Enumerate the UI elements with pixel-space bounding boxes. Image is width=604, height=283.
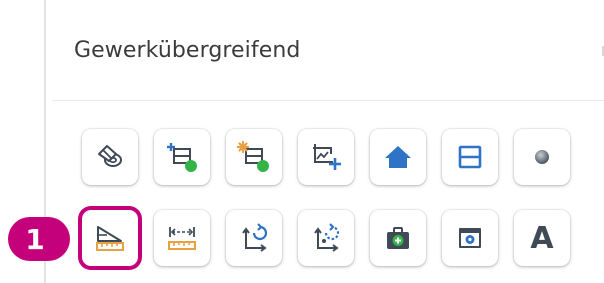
tool-button-ruler-measure[interactable] <box>82 210 138 266</box>
tool-panel: Gewerkübergreifend A <box>46 0 604 283</box>
add-element-green-icon <box>167 143 197 172</box>
medical-kit-icon <box>387 227 409 249</box>
tool-button-text[interactable]: A <box>514 210 570 266</box>
tool-button-home[interactable] <box>370 129 426 185</box>
eraser-tape-icon <box>98 145 122 167</box>
tool-button-circle-dot[interactable] <box>514 129 570 185</box>
tool-button-rotate-axis[interactable] <box>226 210 282 266</box>
ruler-measure-icon <box>96 226 124 251</box>
section-title: Gewerkübergreifend <box>74 38 301 63</box>
tool-button-add-element-green[interactable] <box>154 129 210 185</box>
dimension-width-icon <box>168 227 196 250</box>
tool-button-split-horizontal[interactable] <box>442 129 498 185</box>
tool-button-dimension-width[interactable] <box>154 210 210 266</box>
tool-button-add-element-orange[interactable] <box>226 129 282 185</box>
browser-gear-icon <box>459 228 481 248</box>
add-element-orange-icon <box>237 140 269 172</box>
tool-button-browser-gear[interactable] <box>442 210 498 266</box>
tool-button-eraser-tape[interactable] <box>82 129 138 185</box>
section-divider <box>52 100 604 101</box>
tool-button-region-add[interactable] <box>298 129 354 185</box>
tool-button-medical-kit[interactable] <box>370 210 426 266</box>
region-add-icon <box>313 144 341 170</box>
rotate-axis-dotted-icon <box>314 223 340 252</box>
step-callout-badge: 1 <box>8 217 70 261</box>
split-horizontal-icon <box>458 145 482 169</box>
home-icon <box>385 146 411 168</box>
tool-button-rotate-axis-dotted[interactable] <box>298 210 354 266</box>
rotate-axis-icon <box>242 223 268 252</box>
circle-dot-icon <box>535 150 549 164</box>
text-icon: A <box>530 220 554 256</box>
